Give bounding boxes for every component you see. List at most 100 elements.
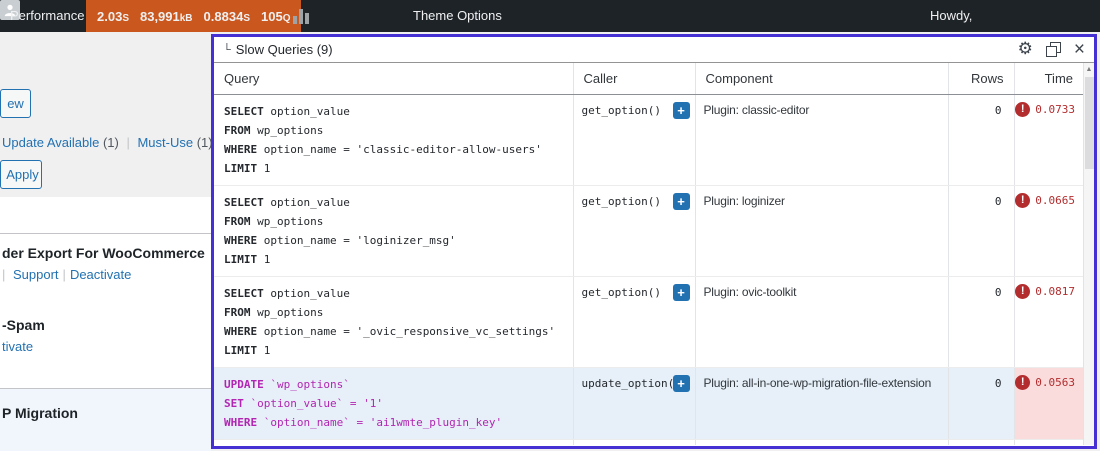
caller-function: get_option()	[574, 440, 695, 446]
time-cell: !0.0817	[1014, 276, 1083, 367]
plugin-title: P Migration	[2, 405, 78, 421]
sql-line: SET `option_value` = '1'	[224, 394, 563, 413]
sql-line: WHERE option_name = '_ovic_responsive_vc…	[224, 322, 563, 341]
query-sql-cell: SELECT option_valueFROM wp_optionsWHERE …	[214, 185, 573, 276]
query-time: 0.0563	[1035, 376, 1075, 389]
query-sql-cell: SELECT option_valueFROM wp_optionsWHERE …	[214, 94, 573, 185]
sql-line: WHERE option_name = 'loginizer_msg'	[224, 231, 563, 250]
plugin-title: -Spam	[2, 317, 45, 333]
expand-caller-button[interactable]: +	[673, 375, 690, 392]
qm-stat: 0.8834S	[204, 9, 250, 24]
scrollbar-thumb[interactable]	[1085, 77, 1094, 169]
sql-line: LIMIT 1	[224, 250, 563, 269]
sql-line: WHERE option_name = 'classic-editor-allo…	[224, 140, 563, 159]
sql-line: FROM wp_options	[224, 121, 563, 140]
rows-count-cell: 0	[948, 439, 1014, 445]
sql-line: UPDATE `wp_options`	[224, 375, 563, 394]
sql-line: SELECT option_value	[224, 284, 563, 303]
query-row: SELECT option_valueFROM wp_optionsWHERE …	[214, 276, 1083, 367]
qm-stat: 83,991kB	[140, 9, 193, 24]
expand-caller-button[interactable]: +	[673, 284, 690, 301]
expand-caller-button[interactable]: +	[673, 193, 690, 210]
time-cell: ! 0.0563	[1014, 367, 1083, 439]
query-sql-cell: UPDATE `wp_options`SET `option_value` = …	[214, 367, 573, 439]
query-sql-cell: SELECT option_valueFROM wp_optionsWHERE …	[214, 276, 573, 367]
link-separator: |	[2, 267, 13, 282]
collapse-glyph-icon: └	[223, 44, 231, 56]
filter-count: (1)	[99, 135, 119, 150]
query-time: 0.0733	[1035, 103, 1075, 116]
rows-count-cell: 0	[948, 367, 1014, 439]
component-cell: Plugin: ovic-toolkit	[695, 276, 948, 367]
plugin-action-links: | Support|Deactivate	[2, 267, 131, 282]
add-new-button[interactable]: ew	[0, 89, 31, 118]
slow-query-warning-icon: !	[1015, 284, 1030, 299]
vertical-scrollbar[interactable]: ▲	[1083, 63, 1094, 445]
admin-bar: Performance 2.03S 83,991kB 0.8834S 105Q The…	[0, 0, 1100, 32]
apply-button[interactable]: Apply	[0, 160, 42, 189]
time-cell: ! 0.0733	[1014, 94, 1083, 185]
popout-icon[interactable]	[1046, 42, 1061, 57]
component-cell: Plugin: loginizer	[695, 185, 948, 276]
rows-count-cell: 0	[948, 94, 1014, 185]
column-header-query: Query	[214, 63, 573, 94]
slow-query-warning-icon: !	[1015, 375, 1030, 390]
column-header-caller: Caller	[573, 63, 695, 94]
slow-queries-table: Query Caller Component Rows Time SELECT …	[214, 63, 1083, 445]
admin-bar-performance[interactable]: Performance	[10, 0, 84, 32]
row-divider	[0, 388, 211, 389]
table-header-row: Query Caller Component Rows Time	[214, 63, 1083, 94]
component-cell: Plugin: js_composer	[695, 439, 948, 445]
sql-line: LIMIT 1	[224, 159, 563, 178]
close-icon[interactable]: ×	[1074, 40, 1085, 59]
query-row: SELECT option_valueFROM wp_optionsWHERE …	[214, 94, 1083, 185]
panel-titlebar: └ Slow Queries (9) ⚙ ×	[214, 37, 1094, 63]
expand-caller-button[interactable]: +	[673, 102, 690, 119]
query-time: 0.0665	[1035, 194, 1075, 207]
qm-stat: 105Q	[261, 9, 290, 24]
caller-cell: get_option()+	[573, 185, 695, 276]
sql-line: LIMIT 1	[224, 341, 563, 360]
caller-cell: update_option()+	[573, 367, 695, 439]
caller-cell: get_option()+	[573, 439, 695, 445]
query-row: UPDATE `wp_options`SET `option_value` = …	[214, 367, 1083, 439]
panel-toolbar: ⚙ ×	[1018, 40, 1085, 59]
query-sql-cell: SELECT option_value	[214, 439, 573, 445]
time-cell: !0.0665	[1014, 185, 1083, 276]
component-cell: Plugin: classic-editor	[695, 94, 948, 185]
panel-title: Slow Queries (9)	[236, 42, 333, 57]
filter-link[interactable]: Update Available	[2, 135, 99, 150]
rows-count-cell: 0	[948, 276, 1014, 367]
link-separator: |	[59, 267, 70, 282]
scroll-up-icon[interactable]: ▲	[1084, 63, 1094, 73]
query-row: SELECT option_valueFROM wp_optionsWHERE …	[214, 185, 1083, 276]
sql-line: FROM wp_options	[224, 212, 563, 231]
settings-gear-icon[interactable]: ⚙	[1018, 41, 1033, 58]
sql-line: WHERE `option_name` = 'ai1wmte_plugin_ke…	[224, 413, 563, 432]
slow-query-warning-icon: !	[1015, 102, 1030, 117]
admin-bar-howdy[interactable]: Howdy,	[930, 0, 972, 32]
sql-line: SELECT option_value	[224, 102, 563, 121]
caller-cell: get_option()+	[573, 276, 695, 367]
time-cell: !0.0696	[1014, 439, 1083, 445]
filter-separator: |	[119, 135, 138, 150]
filter-link[interactable]: Must-Use	[137, 135, 193, 150]
query-monitor-panel: └ Slow Queries (9) ⚙ × Query	[211, 34, 1097, 449]
plugin-action-link[interactable]: Support	[13, 267, 59, 282]
row-divider	[0, 233, 211, 234]
admin-bar-theme-options[interactable]: Theme Options	[413, 0, 502, 32]
plugin-action-links: tivate	[2, 339, 33, 354]
bar-chart-icon[interactable]	[293, 8, 309, 24]
filter-count: (1)	[193, 135, 213, 150]
plugin-action-link[interactable]: tivate	[2, 339, 33, 354]
query-monitor-stats[interactable]: 2.03S 83,991kB 0.8834S 105Q	[86, 0, 301, 32]
column-header-rows: Rows	[948, 63, 1014, 94]
rows-count-cell: 0	[948, 185, 1014, 276]
component-cell: Plugin: all-in-one-wp-migration-file-ext…	[695, 367, 948, 439]
qm-stat: 2.03S	[97, 9, 129, 24]
sql-line: SELECT option_value	[224, 193, 563, 212]
plugin-action-link[interactable]: Deactivate	[70, 267, 131, 282]
sql-line: FROM wp_options	[224, 303, 563, 322]
panel-body: Query Caller Component Rows Time SELECT …	[214, 63, 1094, 445]
caller-cell: get_option()+	[573, 94, 695, 185]
